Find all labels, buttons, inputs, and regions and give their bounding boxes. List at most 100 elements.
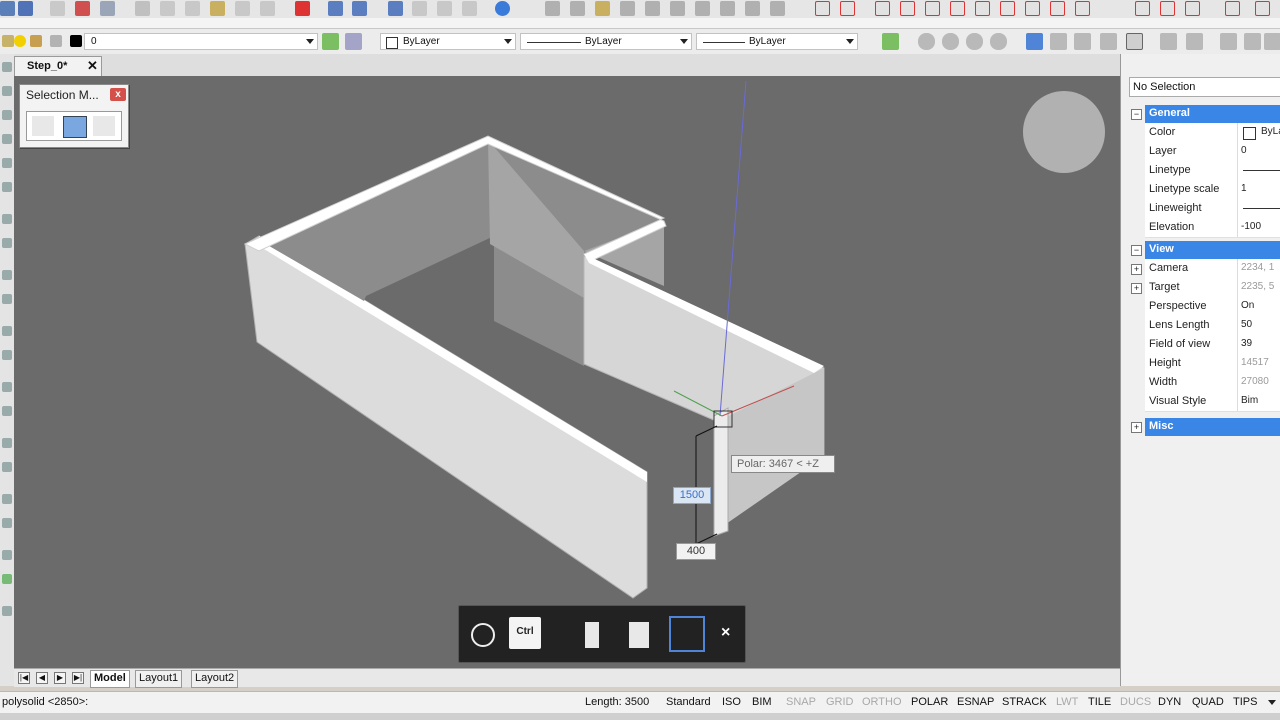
camera-icon[interactable] xyxy=(745,1,760,16)
zoom-previous-icon[interactable] xyxy=(645,1,660,16)
prop-row-elevation[interactable]: Elevation -100 xyxy=(1145,218,1280,238)
prop-row-camera[interactable]: Camera 2234, 1 xyxy=(1145,259,1280,279)
scale-tool-icon[interactable] xyxy=(2,494,12,504)
prop-row-color[interactable]: Color ByLayer xyxy=(1145,123,1280,143)
collapse-icon[interactable]: − xyxy=(1131,109,1142,120)
drawing-viewport[interactable] xyxy=(14,76,1120,668)
prop-row-linetype[interactable]: Linetype xyxy=(1145,161,1280,181)
expand-icon[interactable]: + xyxy=(1131,422,1142,433)
print-icon[interactable] xyxy=(50,1,65,16)
osnap-perpendicular-icon[interactable] xyxy=(1025,1,1040,16)
match-properties-icon[interactable] xyxy=(210,1,225,16)
dynamic-input-height[interactable]: 1500 xyxy=(673,487,711,504)
lineweight-combo[interactable]: ByLayer xyxy=(696,33,858,50)
selection-filter[interactable]: No Selection xyxy=(1129,77,1280,97)
status-grid[interactable]: GRID xyxy=(826,696,854,708)
close-icon[interactable]: × xyxy=(721,624,730,642)
zoom-in-icon[interactable] xyxy=(918,33,935,50)
layer-print-icon[interactable] xyxy=(50,35,62,47)
delete-icon[interactable] xyxy=(295,1,310,16)
markup-icon[interactable] xyxy=(437,1,452,16)
rectangle-tool-icon[interactable] xyxy=(2,158,12,168)
extend-tool-icon[interactable] xyxy=(2,550,12,560)
region-tool-icon[interactable] xyxy=(2,294,12,304)
status-polar[interactable]: POLAR xyxy=(911,696,948,708)
hatch-tool-icon[interactable] xyxy=(2,270,12,280)
osnap-node-icon[interactable] xyxy=(1075,1,1090,16)
zoom-window-icon[interactable] xyxy=(620,1,635,16)
osnap-tangent-icon[interactable] xyxy=(1000,1,1015,16)
prev-tab-icon[interactable]: ◀ xyxy=(36,672,48,684)
light-icon[interactable] xyxy=(595,1,610,16)
status-standard[interactable]: Standard xyxy=(666,696,711,708)
spline-tool-icon[interactable] xyxy=(2,238,12,248)
prop-row-height[interactable]: Height 14517 xyxy=(1145,354,1280,374)
navigation-compass[interactable] xyxy=(1023,91,1105,173)
publish-icon[interactable] xyxy=(75,1,90,16)
osnap-none-icon[interactable] xyxy=(1185,1,1200,16)
expand-icon[interactable]: + xyxy=(1131,283,1142,294)
ctrl-toggle-button[interactable]: Ctrl xyxy=(509,617,541,649)
select-crossing-icon[interactable] xyxy=(63,116,87,138)
close-icon[interactable]: x xyxy=(110,88,126,101)
category-misc[interactable]: Misc xyxy=(1145,418,1280,436)
zoom-all-icon[interactable] xyxy=(990,33,1007,50)
box-icon[interactable] xyxy=(1186,33,1203,50)
line-tool-icon[interactable] xyxy=(2,62,12,72)
copy-icon[interactable] xyxy=(160,1,175,16)
four-viewports-icon[interactable] xyxy=(1264,33,1280,50)
arc-tool-icon[interactable] xyxy=(2,134,12,144)
prop-row-target[interactable]: Target 2235, 5 xyxy=(1145,278,1280,298)
prop-row-width[interactable]: Width 27080 xyxy=(1145,373,1280,393)
layer-combo[interactable]: 0 xyxy=(84,33,318,50)
tab-layout2[interactable]: Layout2 xyxy=(191,670,239,688)
trim-tool-icon[interactable] xyxy=(2,518,12,528)
close-icon[interactable]: ✕ xyxy=(87,58,98,74)
category-general[interactable]: General xyxy=(1145,105,1280,123)
tool-palette-icon[interactable] xyxy=(412,1,427,16)
status-iso[interactable]: ISO xyxy=(722,696,741,708)
status-quad[interactable]: QUAD xyxy=(1192,696,1224,708)
orbit-icon[interactable] xyxy=(670,1,685,16)
next-tab-icon[interactable]: ▶ xyxy=(54,672,66,684)
status-tile[interactable]: TILE xyxy=(1088,696,1111,708)
ucs-icon[interactable] xyxy=(882,33,899,50)
insert-icon[interactable] xyxy=(260,1,275,16)
osnap-nearest-icon[interactable] xyxy=(1160,1,1175,16)
status-tips[interactable]: TIPS xyxy=(1233,696,1257,708)
fillet-tool-icon[interactable] xyxy=(2,574,12,584)
align-center-icon[interactable] xyxy=(629,622,649,648)
category-view[interactable]: View xyxy=(1145,241,1280,259)
chevron-down-icon[interactable] xyxy=(1268,700,1276,705)
tab-model[interactable]: Model xyxy=(90,670,130,688)
layer-on-icon[interactable] xyxy=(14,35,26,47)
render-icon[interactable] xyxy=(770,1,785,16)
view-manager-icon[interactable] xyxy=(1074,33,1091,50)
design-center-icon[interactable] xyxy=(388,1,403,16)
osnap-clear-icon[interactable] xyxy=(1255,1,1270,16)
align-right-icon[interactable] xyxy=(669,616,705,652)
fly-icon[interactable] xyxy=(720,1,735,16)
status-lwt[interactable]: LWT xyxy=(1056,696,1078,708)
table-tool-icon[interactable] xyxy=(2,406,12,416)
osnap-endpoint-icon[interactable] xyxy=(815,1,830,16)
status-dyn[interactable]: DYN xyxy=(1158,696,1181,708)
cut-icon[interactable] xyxy=(135,1,150,16)
visual-style-icon[interactable] xyxy=(1126,33,1143,50)
osnap-center-icon[interactable] xyxy=(950,1,965,16)
prop-row-layer[interactable]: Layer 0 xyxy=(1145,142,1280,162)
osnap-parallel-icon[interactable] xyxy=(1050,1,1065,16)
first-tab-icon[interactable]: |◀ xyxy=(18,672,30,684)
last-tab-icon[interactable]: ▶| xyxy=(72,672,84,684)
osnap-apparent-icon[interactable] xyxy=(925,1,940,16)
select-window-icon[interactable] xyxy=(93,116,115,136)
prop-row-field-of-view[interactable]: Field of view 39 xyxy=(1145,335,1280,355)
circle-tool-icon[interactable] xyxy=(2,110,12,120)
status-snap[interactable]: SNAP xyxy=(786,696,816,708)
osnap-intersection-icon[interactable] xyxy=(875,1,890,16)
paste-icon[interactable] xyxy=(185,1,200,16)
camera-view-icon[interactable] xyxy=(1100,33,1117,50)
single-viewport-icon[interactable] xyxy=(1220,33,1237,50)
new-icon[interactable] xyxy=(0,1,15,16)
layer-freeze-icon[interactable] xyxy=(30,35,42,47)
